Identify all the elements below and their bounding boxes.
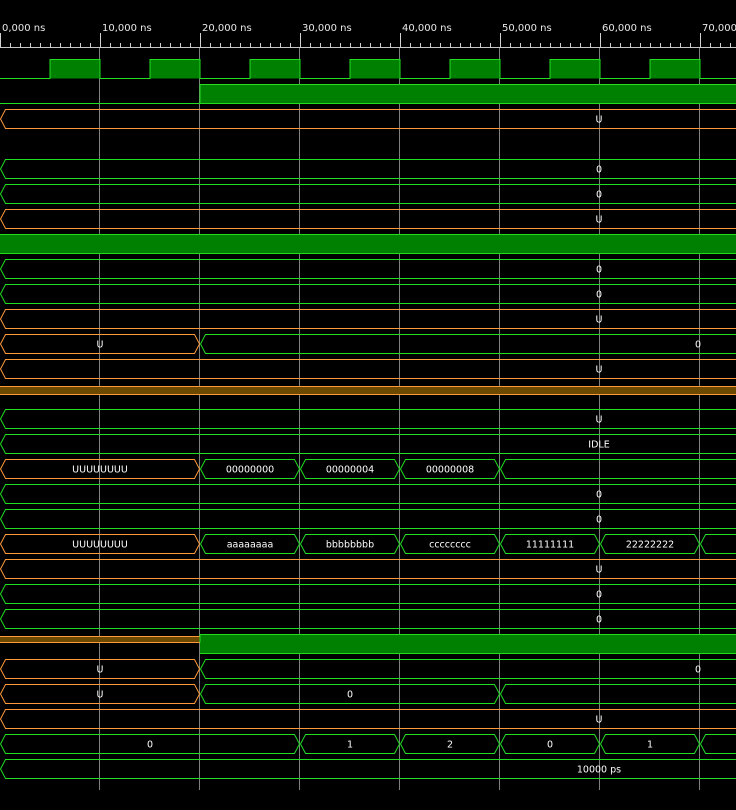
bus-segment [1,260,736,279]
logic-high-region [200,85,736,104]
bus-segment [1,435,736,454]
bus-value: 0 [596,490,602,501]
bus-value: U [596,215,603,226]
bus-value: 1 [347,740,353,751]
bus-segment [1,185,736,204]
bus-segment [1,310,736,329]
bus-segment [1,585,736,604]
bus-value: 0 [547,740,553,751]
bus-value: 11111111 [526,540,574,551]
waveform-panel[interactable]: 0,000 ns 10,000 ns 20,000 ns 30,000 ns 40,00… [0,0,736,806]
bus-value: 2 [447,740,453,751]
bus-value: 0 [695,665,701,676]
bus-value: cccccccc [429,540,471,551]
bus-value: IDLE [588,440,609,451]
bus-value: UUUUUUUU [72,540,128,551]
bus-value: 10000 ps [577,765,621,776]
waveform-canvas[interactable]: U00U00UU0UUIDLEUUUUUUUU00000000000000040… [0,0,736,806]
clock-high-phase [650,60,700,79]
bus-segment [1,410,736,429]
bus-segment [1,485,736,504]
clock-high-phase [550,60,600,79]
bus-segment [1,710,736,729]
bus-value: U [97,690,104,701]
bus-value: 0 [596,590,602,601]
bus-value: U [596,115,603,126]
bus-segment [1,160,736,179]
bus-value: 0 [695,340,701,351]
tick-label: 10,000 ns [102,23,152,35]
bus-segment [201,335,736,354]
bus-value: 1 [647,740,653,751]
bus-value: U [596,365,603,376]
clock-high-phase [450,60,500,79]
bus-value: 0 [596,615,602,626]
logic-high-region [0,235,736,254]
bus-value: U [596,415,603,426]
logic-high-region [200,635,736,654]
bus-segment [1,285,736,304]
bus-segment [201,660,736,679]
bus-segment [501,685,736,704]
clock-high-phase [250,60,300,79]
bus-value: 0 [596,165,602,176]
bus-value: 00000000 [226,465,274,476]
bus-segment [1,560,736,579]
bus-segment [1,760,736,779]
bus-value: U [596,565,603,576]
tick-label: 20,000 ns [202,23,252,35]
tick-label: 0,000 ns [2,23,45,35]
tick-label: 30,000 ns [302,23,352,35]
bus-value: 0 [596,515,602,526]
bus-value: U [97,665,104,676]
bus-value: U [97,340,104,351]
bus-value: 0 [347,690,353,701]
bus-value: 00000008 [426,465,474,476]
bus-segment [501,460,736,479]
bus-value: aaaaaaaa [227,540,274,551]
bus-segment [1,360,736,379]
bus-segment [1,510,736,529]
bus-value: bbbbbbbb [326,540,374,551]
tick-label: 70,000 [702,23,736,35]
bus-value: U [596,315,603,326]
bus-segment [701,735,736,754]
bus-value: 22222222 [626,540,674,551]
undefined-region [0,637,200,643]
bus-value: 0 [596,265,602,276]
clock-high-phase [150,60,200,79]
clock-high-phase [350,60,400,79]
bus-value: 00000004 [326,465,374,476]
bus-value: 0 [596,190,602,201]
tick-label: 60,000 ns [602,23,652,35]
bus-value: 0 [147,740,153,751]
bus-segment [1,110,736,129]
tick-label: 50,000 ns [502,23,552,35]
clock-high-phase [50,60,100,79]
bus-segment [701,535,736,554]
undefined-region [0,387,736,395]
tick-label: 40,000 ns [402,23,452,35]
bus-value: UUUUUUUU [72,465,128,476]
bus-value: U [596,715,603,726]
bus-value: 0 [596,290,602,301]
bus-segment [1,610,736,629]
bus-segment [1,210,736,229]
